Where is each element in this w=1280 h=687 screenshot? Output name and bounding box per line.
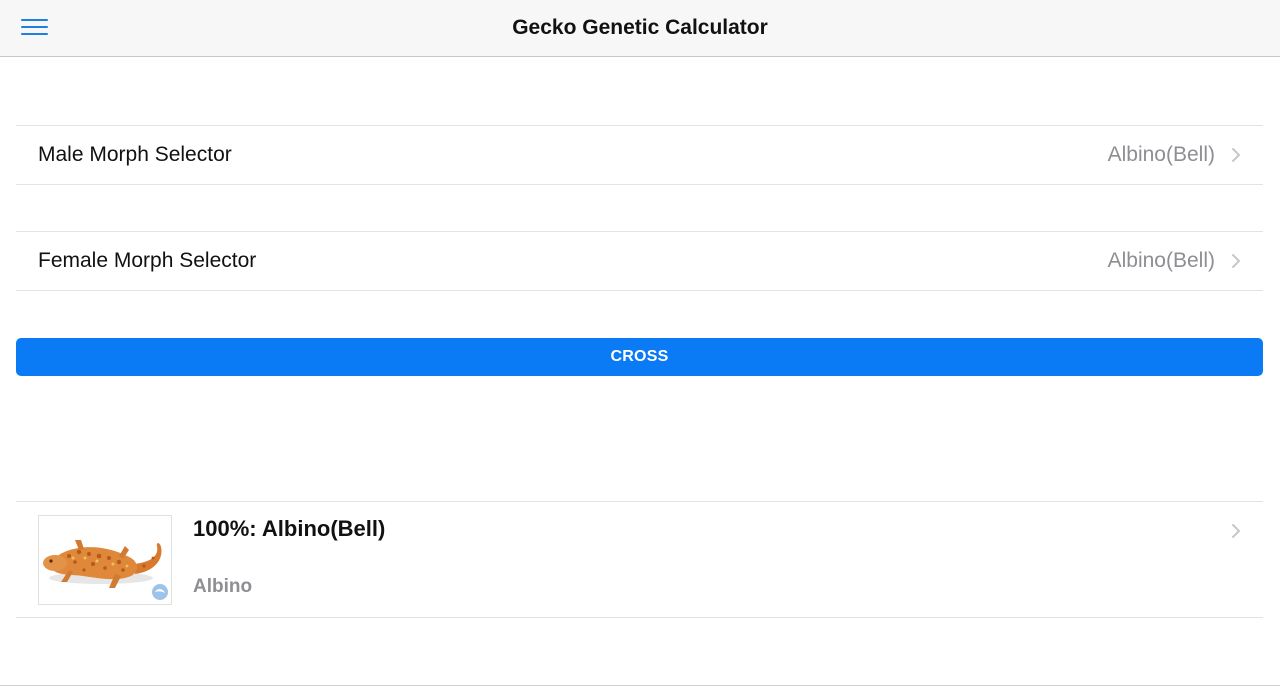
chevron-right-icon	[1232, 148, 1240, 162]
navbar: Gecko Genetic Calculator	[0, 0, 1280, 57]
result-title: 100%: Albino(Bell)	[193, 516, 386, 541]
page-title: Gecko Genetic Calculator	[512, 16, 768, 39]
chevron-right-icon	[1232, 254, 1240, 268]
divider	[0, 685, 1280, 686]
female-morph-selector[interactable]: Female Morph Selector Albino(Bell)	[16, 231, 1263, 291]
male-morph-selector-label: Male Morph Selector	[38, 143, 232, 166]
female-morph-selector-value: Albino(Bell)	[1107, 249, 1215, 272]
result-list-item[interactable]: 100%: Albino(Bell) Albino	[16, 501, 1263, 618]
chevron-right-icon	[1232, 524, 1240, 538]
female-morph-selector-label: Female Morph Selector	[38, 249, 257, 272]
male-morph-selector-value: Albino(Bell)	[1107, 143, 1215, 166]
result-subtitle: Albino	[193, 576, 253, 597]
cross-button[interactable]: CROSS	[16, 338, 1263, 376]
leopard-gecko-photo	[38, 515, 172, 605]
male-morph-selector[interactable]: Male Morph Selector Albino(Bell)	[16, 125, 1263, 185]
hamburger-menu-icon[interactable]	[21, 17, 49, 37]
